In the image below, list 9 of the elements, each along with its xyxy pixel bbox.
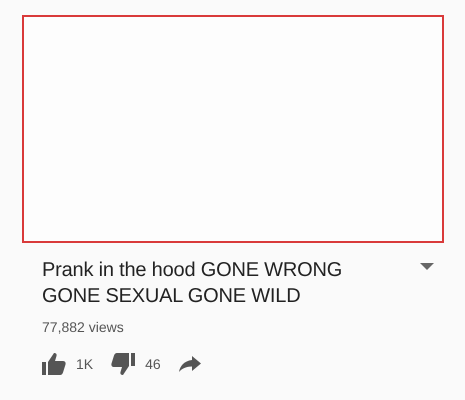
thumbs-down-icon[interactable] [111, 353, 136, 375]
video-title: Prank in the hood GONE WRONG GONE SEXUAL GONE WILD [42, 258, 344, 309]
thumbs-up-icon[interactable] [42, 353, 66, 375]
view-count: 77,882 views [42, 319, 125, 335]
like-count: 1K [76, 356, 94, 372]
caret-icon[interactable] [420, 263, 434, 271]
video-frame[interactable] [22, 15, 444, 243]
share-icon[interactable] [178, 356, 201, 372]
dislike-count: 46 [145, 356, 161, 372]
